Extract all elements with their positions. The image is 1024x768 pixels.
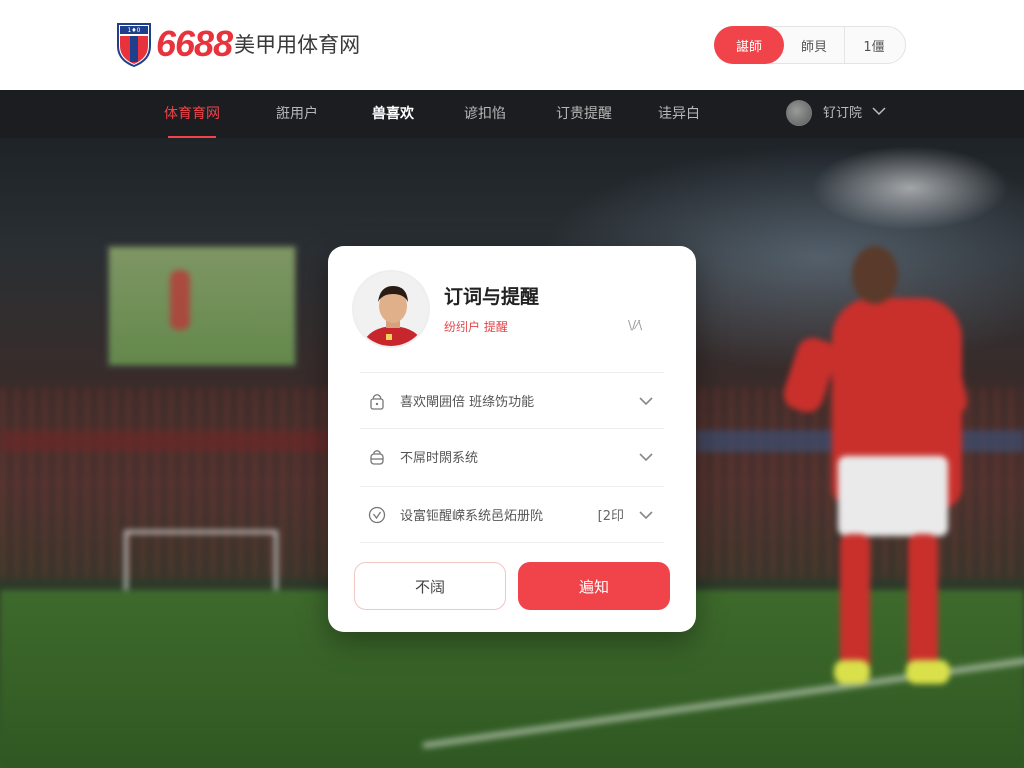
modal-subtitle: 纷纼户 提醒 xyxy=(444,320,508,334)
player-shorts xyxy=(838,456,948,536)
player-boot-right xyxy=(906,660,950,684)
site-header: 1♦0 6688 美甲用体育网 諶師 師貝 1僵 xyxy=(0,0,1024,90)
main-nav: 体育育网 誑用户 兽喜欢 谚扣惂 订贵提醒 诖异白 xyxy=(0,90,1024,138)
top-primary-button[interactable]: 諶師 xyxy=(714,26,784,64)
nav-item-home[interactable]: 体育育网 xyxy=(164,90,220,138)
top-secondary-button[interactable]: 師貝 xyxy=(784,27,844,63)
player-boot-left xyxy=(834,660,870,684)
option-label: 不屌时閖系统 xyxy=(400,451,479,466)
player-head xyxy=(852,246,898,304)
top-actions: 諶師 師貝 1僵 xyxy=(714,26,906,64)
modal-title: 订词与提醒 xyxy=(444,286,540,308)
brand-number: 6688 xyxy=(156,23,233,64)
chevron-down-icon[interactable] xyxy=(638,452,654,462)
option-count-badge: [2印 xyxy=(597,509,624,524)
player-avatar xyxy=(352,270,430,348)
ad-banner-left xyxy=(0,430,330,452)
chevron-down-icon[interactable] xyxy=(638,510,654,520)
option-label: 设富钷醒嵘系统邑炻册阭 xyxy=(400,509,544,524)
confirm-button[interactable]: 遍知 xyxy=(518,562,670,610)
option-row-reminder-settings[interactable]: 设富钷醒嵘系统邑炻册阭 [2印 xyxy=(360,486,664,542)
goal-frame xyxy=(124,530,278,590)
user-name[interactable]: 钌订院 xyxy=(823,90,862,138)
site-logo[interactable]: 1♦0 6688 美甲用体育网 xyxy=(116,20,360,68)
option-label: 喜欢閘囲倍 班绦饬功能 xyxy=(400,395,535,410)
chevron-down-icon[interactable] xyxy=(872,106,886,116)
cancel-button[interactable]: 不阔 xyxy=(354,562,506,610)
club-shield-icon: 1♦0 xyxy=(117,23,151,68)
option-row-system[interactable]: 不屌时閖系统 xyxy=(360,428,664,484)
lock-open-icon xyxy=(370,449,384,465)
user-avatar[interactable] xyxy=(786,100,812,126)
svg-text:1♦0: 1♦0 xyxy=(127,27,140,34)
shield-check-icon xyxy=(368,506,386,523)
nav-item-reminders[interactable]: 订贵提醒 xyxy=(556,90,612,138)
nav-item-more[interactable]: 诖异白 xyxy=(658,90,700,138)
screen-player-figure xyxy=(170,270,190,330)
nav-item-subscriptions[interactable]: 谚扣惂 xyxy=(464,90,506,138)
lock-icon xyxy=(370,393,384,410)
brand-name: 美甲用体育网 xyxy=(234,33,361,57)
chevron-down-icon[interactable] xyxy=(638,396,654,406)
nav-item-users[interactable]: 誑用户 xyxy=(276,90,318,138)
rows-divider xyxy=(360,542,664,543)
player-portrait-icon xyxy=(354,272,428,346)
subscription-modal: 订词与提醒 纷纼户 提醒 \/⁄\ 喜欢閘囲倍 班绦饬功能 不屌时閖系统 设富钷… xyxy=(328,246,696,632)
nav-item-favorites[interactable]: 兽喜欢 xyxy=(372,90,414,138)
stadium-screen xyxy=(106,244,298,368)
option-row-favorites[interactable]: 喜欢閘囲倍 班绦饬功能 xyxy=(360,372,664,428)
modal-close-button[interactable]: \/⁄\ xyxy=(628,318,642,332)
top-tertiary-button[interactable]: 1僵 xyxy=(845,27,903,63)
